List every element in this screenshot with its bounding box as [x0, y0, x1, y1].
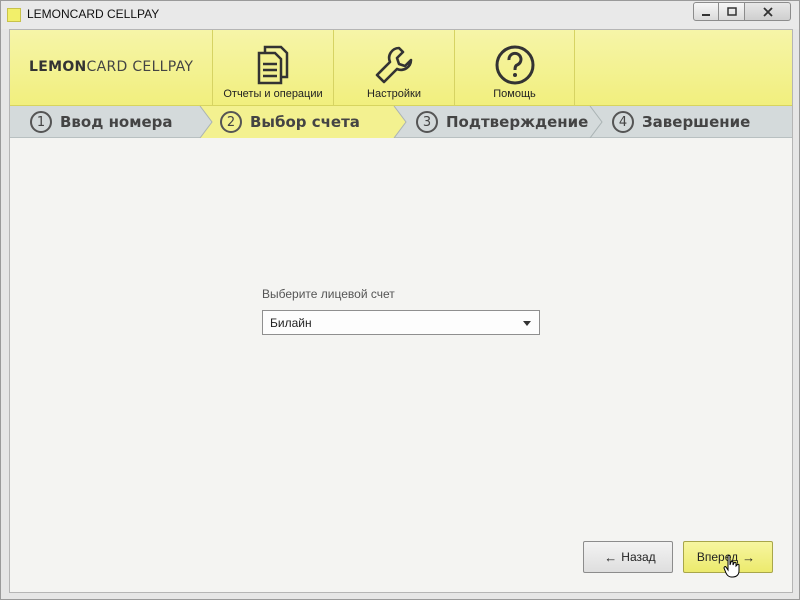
reports-button[interactable]: Отчеты и операции	[212, 30, 333, 106]
account-select[interactable]: Билайн	[262, 310, 540, 335]
step-number: 1	[30, 111, 52, 133]
brand-logo: LEMONCARD CELLPAY	[29, 59, 194, 75]
step-3: 3 Подтверждение	[416, 106, 588, 138]
window-controls	[693, 2, 791, 22]
wizard-steps: 1 Ввод номера 2 Выбор счета 3 Подтвержде…	[10, 106, 792, 138]
client-area: LEMONCARD CELLPAY Отчеты и операции Наст…	[9, 29, 793, 593]
reports-label: Отчеты и операции	[223, 88, 323, 100]
maximize-button[interactable]	[719, 2, 745, 21]
app-icon	[7, 8, 21, 22]
chevron-down-icon	[523, 321, 531, 326]
step-label: Ввод номера	[60, 113, 173, 131]
arrow-left-icon: ←	[604, 549, 618, 565]
help-icon	[494, 44, 536, 86]
step-number: 3	[416, 111, 438, 133]
account-label: Выберите лицевой счет	[262, 287, 395, 301]
help-button[interactable]: Помощь	[454, 30, 575, 106]
settings-button[interactable]: Настройки	[333, 30, 454, 106]
minimize-button[interactable]	[693, 2, 719, 21]
step-4: 4 Завершение	[612, 106, 750, 138]
app-window: LEMONCARD CELLPAY LEMONCARD CELLPAY Отче…	[0, 0, 800, 600]
hand-cursor-icon	[723, 554, 740, 578]
account-select-value: Билайн	[270, 316, 312, 330]
header-ribbon: LEMONCARD CELLPAY Отчеты и операции Наст…	[10, 30, 792, 106]
back-label: Назад	[621, 550, 656, 564]
step-label: Подтверждение	[446, 113, 589, 131]
settings-label: Настройки	[367, 88, 421, 100]
documents-icon	[252, 44, 294, 86]
step-label: Завершение	[642, 113, 751, 131]
back-button[interactable]: ← Назад	[583, 541, 673, 573]
close-button[interactable]	[745, 2, 791, 21]
step-label: Выбор счета	[250, 113, 360, 131]
title-bar[interactable]: LEMONCARD CELLPAY	[1, 1, 799, 29]
step-1: 1 Ввод номера	[30, 106, 173, 138]
window-title: LEMONCARD CELLPAY	[27, 7, 160, 21]
arrow-right-icon: →	[742, 549, 756, 565]
help-label: Помощь	[493, 88, 536, 100]
minimize-icon	[702, 13, 710, 16]
step-2: 2 Выбор счета	[220, 106, 360, 138]
step-number: 4	[612, 111, 634, 133]
wrench-icon	[373, 44, 415, 86]
close-icon	[762, 6, 773, 17]
step-number: 2	[220, 111, 242, 133]
maximize-icon	[726, 6, 737, 16]
